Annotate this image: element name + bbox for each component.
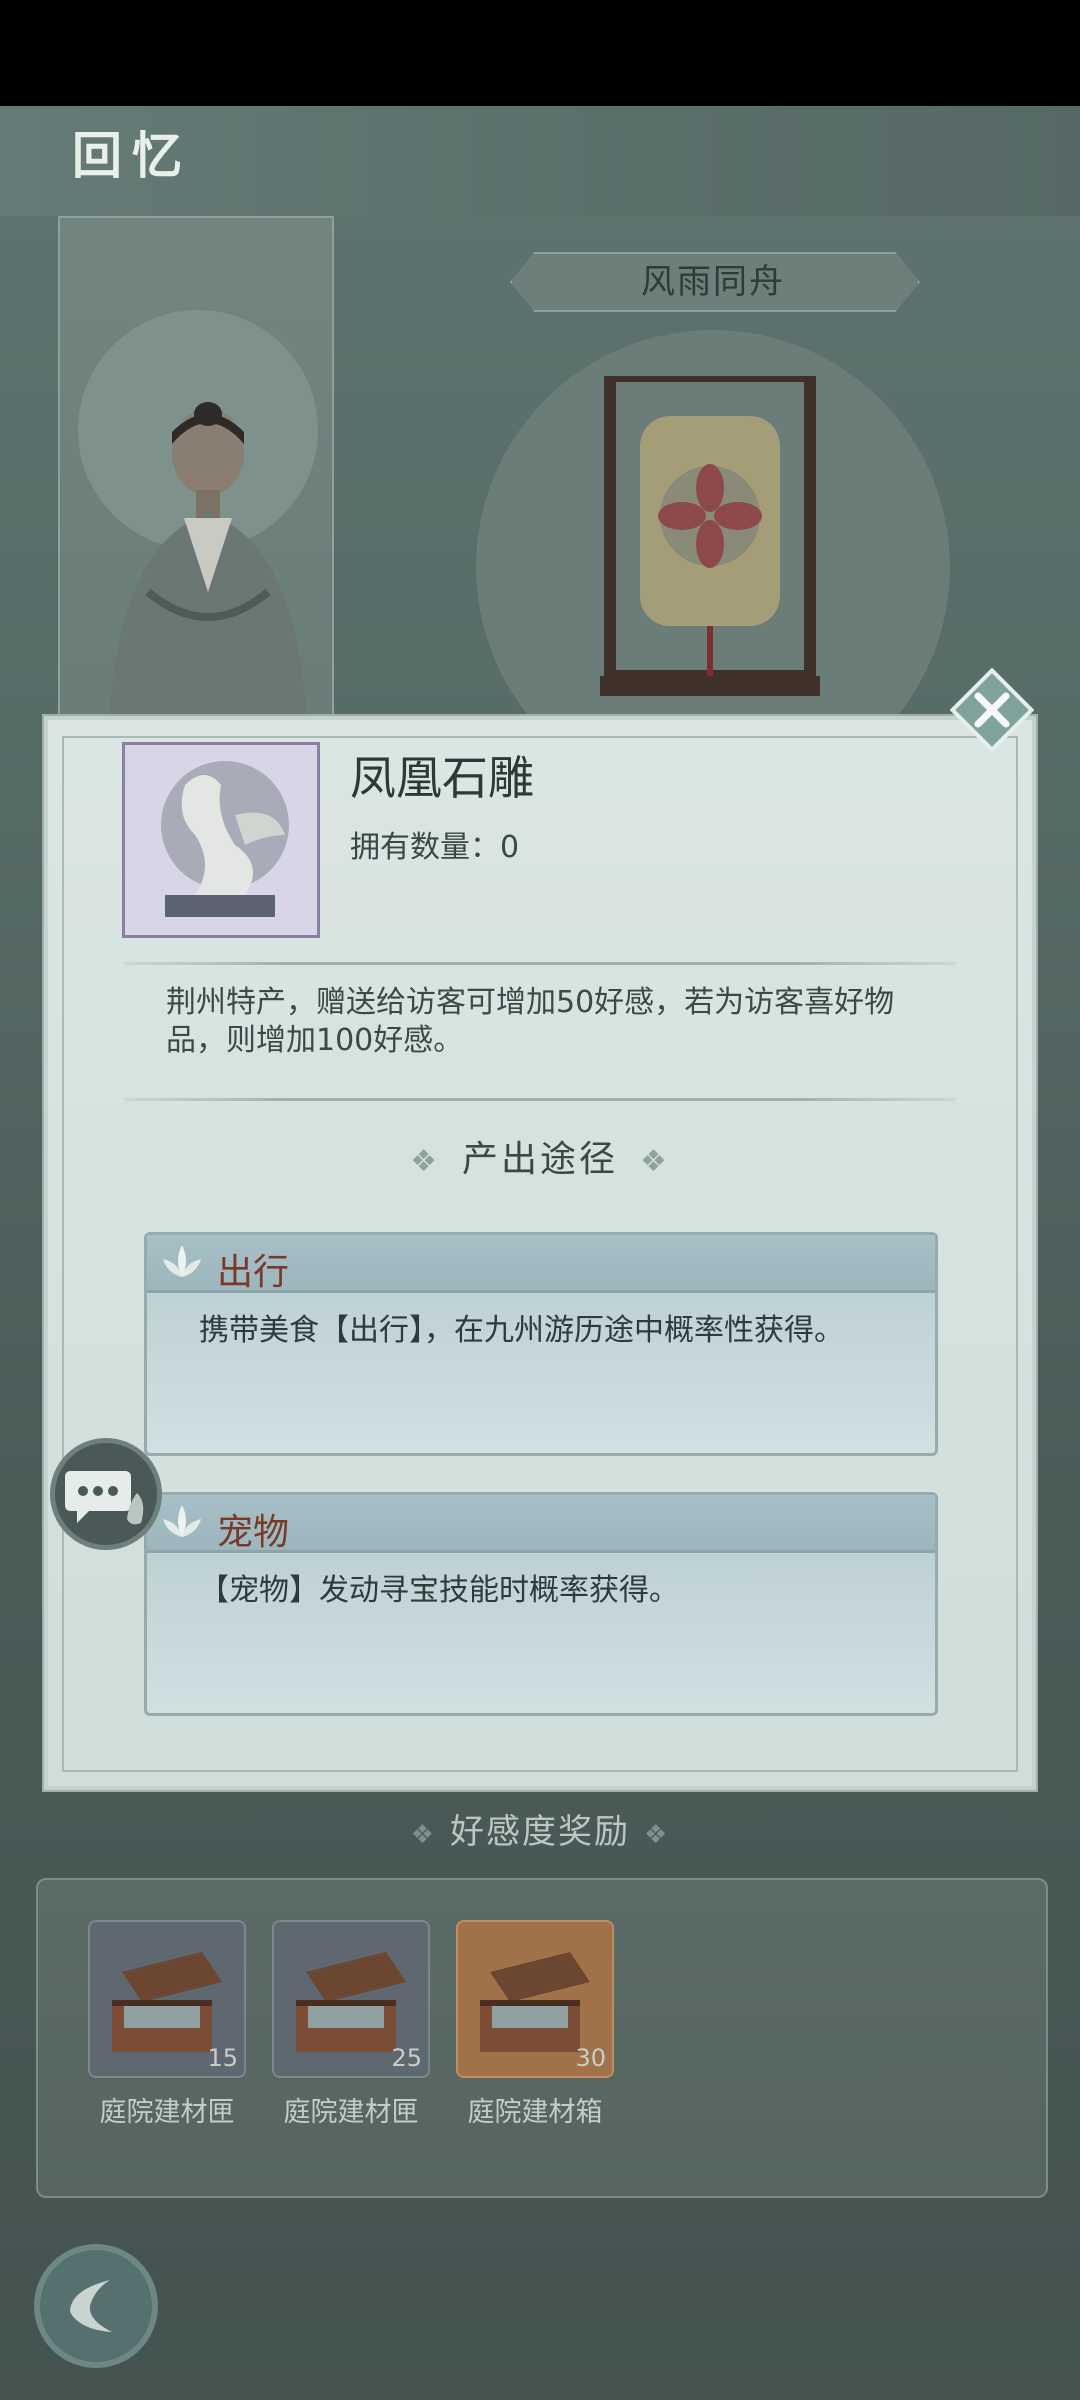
close-button[interactable] <box>950 668 1034 752</box>
reward-box[interactable]: 25 <box>272 1920 430 2078</box>
source-text: 携带美食【出行】，在九州游历途中概率性获得。 <box>199 1313 844 1348</box>
divider <box>124 962 956 965</box>
source-text: 【宠物】发动寻宝技能时概率获得。 <box>199 1573 679 1608</box>
reward-item[interactable]: 30 庭院建材箱 <box>456 1920 614 2129</box>
owned-label: 拥有数量： <box>350 830 500 865</box>
source-card-pet[interactable]: 宠物 【宠物】发动寻宝技能时概率获得。 <box>144 1492 938 1716</box>
favor-title-text: 好感度奖励 <box>450 1812 630 1852</box>
theme-label: 风雨同舟 <box>641 262 785 302</box>
reward-count: 15 <box>207 2044 238 2072</box>
item-icon <box>122 742 320 938</box>
source-title-text: 产出途径 <box>461 1139 618 1180</box>
owned-count: 拥有数量：0 <box>350 822 519 866</box>
page-title: 回忆 <box>72 126 192 185</box>
reward-name: 庭院建材匣 <box>99 2097 235 2128</box>
phoenix-sculpture-icon <box>161 761 289 917</box>
chat-button[interactable] <box>50 1438 162 1550</box>
source-card-header: 宠物 <box>147 1495 935 1553</box>
source-label: 出行 <box>217 1252 290 1293</box>
source-title: ❖ 产出途径 ❖ <box>0 1130 1080 1182</box>
reward-count: 30 <box>575 2044 606 2072</box>
diamond-icon: ❖ <box>410 1144 440 1179</box>
item-name: 凤凰石雕 <box>350 751 534 805</box>
back-button[interactable] <box>34 2244 158 2368</box>
chat-icon <box>65 1471 144 1525</box>
diamond-icon: ❖ <box>410 1820 436 1850</box>
reward-box[interactable]: 15 <box>88 1920 246 2078</box>
reward-box[interactable]: 30 <box>456 1920 614 2078</box>
divider <box>124 1098 956 1101</box>
reward-count: 25 <box>391 2044 422 2072</box>
status-bar <box>0 0 1080 106</box>
favor-title: ❖ 好感度奖励 ❖ <box>0 1804 1080 1853</box>
source-label: 宠物 <box>217 1512 290 1553</box>
reward-name: 庭院建材箱 <box>467 2097 603 2128</box>
lotus-icon <box>163 1505 201 1537</box>
item-description: 荆州特产，赠送给访客可增加50好感，若为访客喜好物品，则增加100好感。 <box>166 985 895 1058</box>
lotus-icon <box>163 1245 201 1277</box>
source-card-travel[interactable]: 出行 携带美食【出行】，在九州游历途中概率性获得。 <box>144 1232 938 1456</box>
source-card-header: 出行 <box>147 1235 935 1293</box>
owned-value: 0 <box>500 830 520 865</box>
diamond-icon: ❖ <box>644 1820 670 1850</box>
reward-name: 庭院建材匣 <box>283 2097 419 2128</box>
reward-item[interactable]: 15 庭院建材匣 <box>88 1920 246 2129</box>
reward-item[interactable]: 25 庭院建材匣 <box>272 1920 430 2129</box>
diamond-icon: ❖ <box>640 1144 670 1179</box>
character-portrait <box>108 402 308 732</box>
back-icon <box>70 2280 112 2332</box>
lantern-icon <box>600 376 820 696</box>
